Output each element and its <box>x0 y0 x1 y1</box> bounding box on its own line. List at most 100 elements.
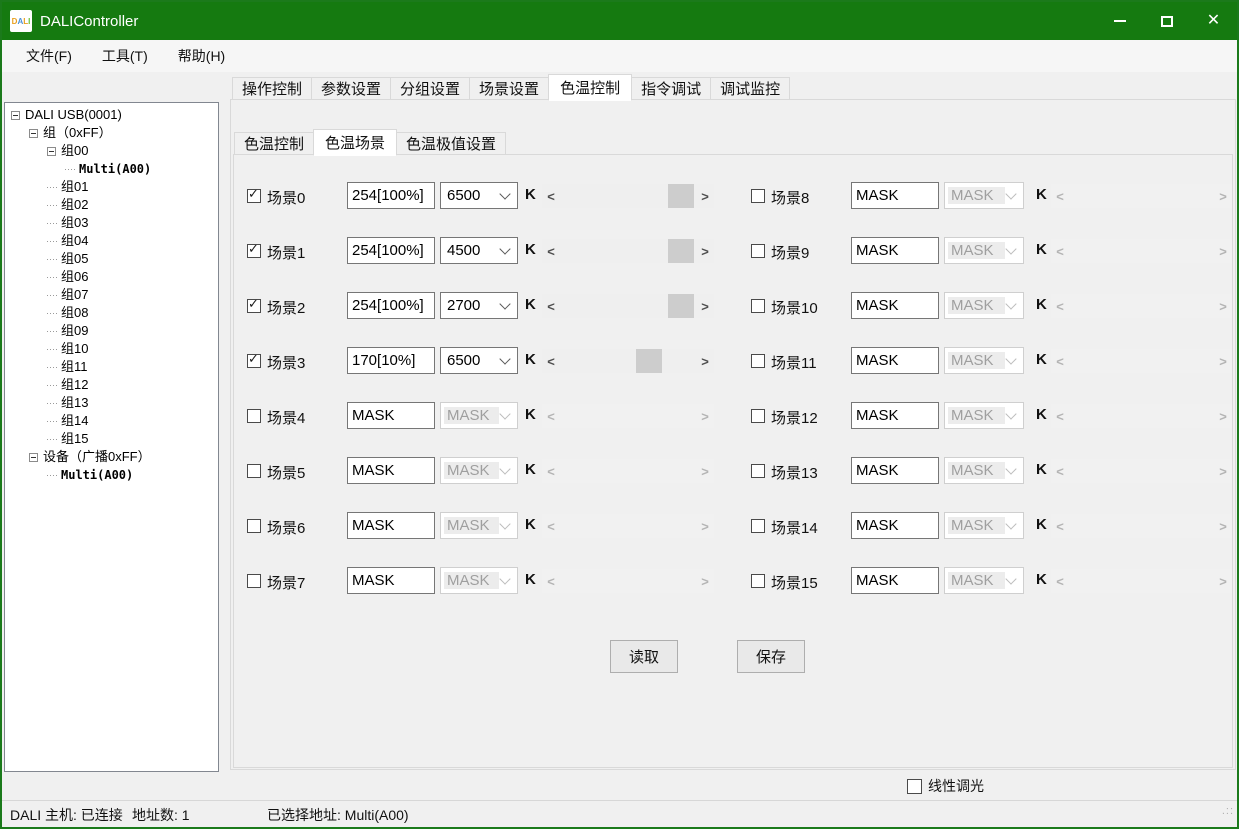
tree-node-label[interactable]: 组07 <box>59 286 88 304</box>
scrollbar-right-arrow-icon[interactable]: > <box>1214 294 1232 318</box>
scrollbar-left-arrow-icon[interactable]: < <box>542 514 560 538</box>
save-button[interactable]: 保存 <box>737 640 805 673</box>
scene-cct-select[interactable]: MASK <box>944 512 1024 539</box>
linear-dimming-checkbox[interactable] <box>907 779 922 794</box>
scene-level-input[interactable] <box>851 402 939 429</box>
scrollbar-left-arrow-icon[interactable]: < <box>542 569 560 593</box>
scene-level-input[interactable] <box>851 347 939 374</box>
scene-cct-scrollbar[interactable]: <> <box>1051 349 1232 373</box>
tree-node-label[interactable]: DALI USB(0001) <box>23 106 122 124</box>
collapse-expander-icon[interactable] <box>29 129 38 138</box>
scrollbar-right-arrow-icon[interactable]: > <box>1214 184 1232 208</box>
scrollbar-right-arrow-icon[interactable]: > <box>1214 569 1232 593</box>
sub-tab-0[interactable]: 色温控制 <box>234 132 314 156</box>
scrollbar-right-arrow-icon[interactable]: > <box>1214 459 1232 483</box>
scene-cct-select[interactable]: MASK <box>944 567 1024 594</box>
scrollbar-right-arrow-icon[interactable]: > <box>696 184 714 208</box>
main-tab-6[interactable]: 调试监控 <box>710 77 790 101</box>
scene-cct-scrollbar[interactable]: <> <box>1051 569 1232 593</box>
scrollbar-right-arrow-icon[interactable]: > <box>696 459 714 483</box>
scene-cct-scrollbar[interactable]: <> <box>542 239 714 263</box>
close-button[interactable]: ✕ <box>1190 2 1237 40</box>
scene-cct-select[interactable]: MASK <box>440 457 518 484</box>
scene-checkbox[interactable] <box>751 464 765 478</box>
scene-checkbox[interactable] <box>247 409 261 423</box>
scene-cct-scrollbar[interactable]: <> <box>1051 404 1232 428</box>
scene-cct-select[interactable]: 6500 <box>440 347 518 374</box>
scrollbar-right-arrow-icon[interactable]: > <box>1214 349 1232 373</box>
scrollbar-left-arrow-icon[interactable]: < <box>542 294 560 318</box>
scrollbar-right-arrow-icon[interactable]: > <box>696 404 714 428</box>
scene-checkbox[interactable]: ✓ <box>247 299 261 313</box>
maximize-button[interactable] <box>1143 2 1190 40</box>
scrollbar-left-arrow-icon[interactable]: < <box>1051 239 1069 263</box>
scene-checkbox[interactable] <box>247 519 261 533</box>
tree-node-label[interactable]: 组01 <box>59 178 88 196</box>
main-tab-5[interactable]: 指令调试 <box>631 77 711 101</box>
tree-node-label[interactable]: 组11 <box>59 358 88 376</box>
scrollbar-left-arrow-icon[interactable]: < <box>1051 294 1069 318</box>
scrollbar-left-arrow-icon[interactable]: < <box>1051 404 1069 428</box>
collapse-expander-icon[interactable] <box>29 453 38 462</box>
scene-cct-select[interactable]: MASK <box>440 567 518 594</box>
main-tab-2[interactable]: 分组设置 <box>390 77 470 101</box>
scrollbar-thumb[interactable] <box>668 184 694 208</box>
tree-node-label[interactable]: 组00 <box>59 142 88 160</box>
main-tab-3[interactable]: 场景设置 <box>469 77 549 101</box>
tree-node-label[interactable]: 组02 <box>59 196 88 214</box>
read-button[interactable]: 读取 <box>610 640 678 673</box>
scrollbar-left-arrow-icon[interactable]: < <box>542 404 560 428</box>
scene-level-input[interactable] <box>347 237 435 264</box>
scene-checkbox[interactable] <box>247 574 261 588</box>
scene-level-input[interactable] <box>347 457 435 484</box>
menu-item-tools[interactable]: 工具(T) <box>102 46 148 66</box>
scene-level-input[interactable] <box>851 512 939 539</box>
scene-checkbox[interactable] <box>751 574 765 588</box>
scene-checkbox[interactable] <box>751 189 765 203</box>
scene-checkbox[interactable] <box>247 464 261 478</box>
scrollbar-thumb[interactable] <box>668 239 694 263</box>
scrollbar-left-arrow-icon[interactable]: < <box>1051 184 1069 208</box>
scene-cct-scrollbar[interactable]: <> <box>542 514 714 538</box>
scrollbar-left-arrow-icon[interactable]: < <box>542 349 560 373</box>
scrollbar-right-arrow-icon[interactable]: > <box>1214 239 1232 263</box>
scrollbar-left-arrow-icon[interactable]: < <box>542 184 560 208</box>
tree-node-label[interactable]: 组08 <box>59 304 88 322</box>
scene-cct-scrollbar[interactable]: <> <box>542 184 714 208</box>
scrollbar-right-arrow-icon[interactable]: > <box>696 514 714 538</box>
tree-node-label[interactable]: 组15 <box>59 430 88 448</box>
tree-node-label[interactable]: 组09 <box>59 322 88 340</box>
scene-level-input[interactable] <box>347 182 435 209</box>
scene-checkbox[interactable]: ✓ <box>247 189 261 203</box>
scene-level-input[interactable] <box>347 512 435 539</box>
main-tab-0[interactable]: 操作控制 <box>232 77 312 101</box>
scene-level-input[interactable] <box>347 567 435 594</box>
tree-node-label[interactable]: Multi(A00) <box>59 466 133 484</box>
scene-checkbox[interactable] <box>751 354 765 368</box>
scrollbar-left-arrow-icon[interactable]: < <box>1051 514 1069 538</box>
scrollbar-right-arrow-icon[interactable]: > <box>1214 404 1232 428</box>
tree-node-label[interactable]: Multi(A00) <box>77 160 151 178</box>
scene-cct-select[interactable]: MASK <box>944 237 1024 264</box>
scene-checkbox[interactable]: ✓ <box>247 354 261 368</box>
scene-checkbox[interactable] <box>751 519 765 533</box>
resize-grip-icon[interactable]: .:: <box>1222 805 1234 817</box>
scene-level-input[interactable] <box>347 402 435 429</box>
menu-item-file[interactable]: 文件(F) <box>26 46 72 66</box>
scene-cct-scrollbar[interactable]: <> <box>542 569 714 593</box>
scene-cct-select[interactable]: MASK <box>944 457 1024 484</box>
tree-node-label[interactable]: 组05 <box>59 250 88 268</box>
scene-level-input[interactable] <box>851 567 939 594</box>
tree-node-label[interactable]: 组04 <box>59 232 88 250</box>
tree-node-label[interactable]: 组12 <box>59 376 88 394</box>
scene-cct-select[interactable]: 2700 <box>440 292 518 319</box>
scene-level-input[interactable] <box>851 292 939 319</box>
scrollbar-thumb[interactable] <box>668 294 694 318</box>
scene-checkbox[interactable] <box>751 409 765 423</box>
collapse-expander-icon[interactable] <box>11 111 20 120</box>
scene-cct-scrollbar[interactable]: <> <box>1051 294 1232 318</box>
main-tab-4[interactable]: 色温控制 <box>548 74 632 101</box>
scrollbar-thumb[interactable] <box>636 349 662 373</box>
scene-cct-scrollbar[interactable]: <> <box>1051 459 1232 483</box>
scene-cct-scrollbar[interactable]: <> <box>1051 239 1232 263</box>
